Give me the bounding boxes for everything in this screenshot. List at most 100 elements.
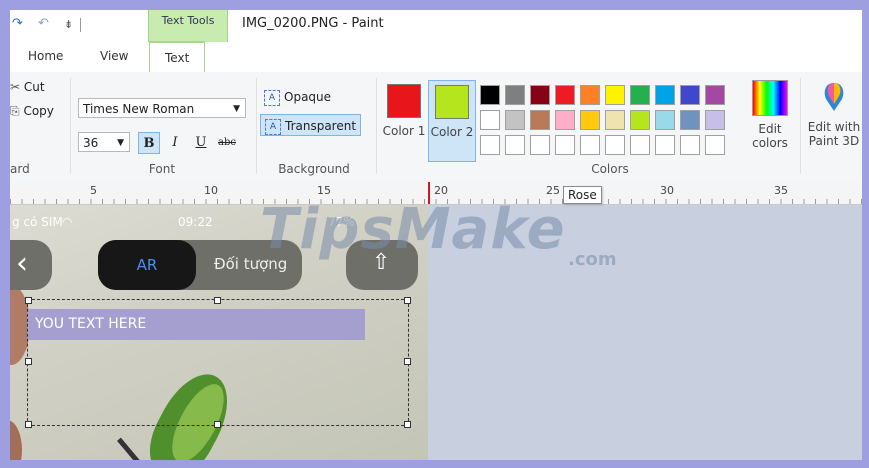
palette-swatch[interactable]	[680, 135, 700, 155]
group-separator	[70, 78, 71, 174]
title-divider	[80, 18, 81, 32]
ar-segment: AR	[98, 240, 196, 290]
palette-swatch[interactable]	[605, 110, 625, 130]
ruler-label: 25	[546, 184, 560, 197]
palette-swatch[interactable]	[680, 85, 700, 105]
paint-window: ↷ ↶ ⇟ Text Tools IMG_0200.PNG - Paint Ho…	[10, 10, 862, 460]
resize-handle[interactable]	[25, 358, 32, 365]
palette-swatch[interactable]	[530, 135, 550, 155]
customize-quick-access-icon[interactable]: ⇟	[64, 18, 73, 31]
color1-label: Color 1	[382, 124, 426, 138]
copy-label: Copy	[23, 104, 54, 118]
finger-shape	[10, 420, 22, 460]
group-separator	[800, 78, 801, 174]
font-size-value: 36	[83, 136, 99, 150]
resize-handle[interactable]	[214, 421, 221, 428]
palette-swatch[interactable]	[580, 110, 600, 130]
resize-handle[interactable]	[25, 297, 32, 304]
canvas-workspace[interactable]: g có SIM ◠ 09:22 77% ‹ AR Đối tượng ⇧ YO…	[10, 197, 862, 460]
ruler-label: 10	[204, 184, 218, 197]
colors-group-label: Colors	[591, 162, 629, 176]
cut-button[interactable]: ✂ Cut	[10, 80, 45, 94]
copy-icon: ⎘	[10, 104, 20, 118]
palette-swatch[interactable]	[655, 85, 675, 105]
palette-swatch[interactable]	[530, 85, 550, 105]
palette-swatch[interactable]	[655, 110, 675, 130]
edit-colors-button[interactable]: Edit colors	[746, 80, 794, 150]
transparent-label: Transparent	[285, 119, 357, 133]
chevron-down-icon: ▼	[233, 104, 240, 114]
color-spectrum-icon	[752, 80, 788, 116]
color1-swatch	[387, 84, 421, 118]
clipboard-group-label: ard	[10, 162, 30, 176]
opaque-option[interactable]: A Opaque	[260, 86, 335, 108]
palette-swatch[interactable]	[705, 110, 725, 130]
resize-handle[interactable]	[404, 358, 411, 365]
palette-swatch[interactable]	[705, 135, 725, 155]
back-pill: ‹	[10, 240, 52, 290]
copy-button[interactable]: ⎘ Copy	[10, 104, 54, 119]
resize-handle[interactable]	[214, 297, 221, 304]
resize-handle[interactable]	[404, 421, 411, 428]
transparent-icon: A	[265, 118, 281, 135]
strikethrough-button[interactable]: abc	[216, 132, 238, 154]
group-separator	[376, 78, 377, 174]
chevron-down-icon: ▼	[117, 138, 124, 148]
palette-swatch[interactable]	[580, 85, 600, 105]
text-selection-box[interactable]	[25, 297, 411, 428]
palette-swatch[interactable]	[555, 135, 575, 155]
text-tools-context-label: Text Tools	[148, 10, 228, 42]
phone-time-text: 09:22	[178, 215, 213, 229]
palette-swatch[interactable]	[555, 85, 575, 105]
palette-swatch[interactable]	[505, 85, 525, 105]
edit-with-paint3d-button[interactable]: Edit with Paint 3D	[802, 80, 862, 148]
palette-swatch[interactable]	[480, 85, 500, 105]
ruler-label: 35	[774, 184, 788, 197]
palette-swatch[interactable]	[630, 135, 650, 155]
transparent-option[interactable]: A Transparent	[260, 114, 362, 136]
italic-button[interactable]: I	[164, 132, 186, 154]
palette-swatch[interactable]	[530, 110, 550, 130]
color2-button[interactable]: Color 2	[428, 80, 476, 162]
palette-swatch[interactable]	[605, 135, 625, 155]
palette-swatch[interactable]	[555, 110, 575, 130]
palette-swatch[interactable]	[480, 135, 500, 155]
palette-swatch[interactable]	[630, 110, 650, 130]
ribbon: ✂ Cut ⎘ Copy ard Times New Roman ▼ 36 ▼ …	[10, 72, 862, 183]
ruler-label: 5	[90, 184, 97, 197]
ribbon-tabs: Home View Text	[10, 41, 862, 73]
watermark-logo: TipsMake	[260, 197, 566, 262]
palette-swatch[interactable]	[505, 135, 525, 155]
tab-text[interactable]: Text	[149, 41, 206, 73]
palette-swatch[interactable]	[605, 85, 625, 105]
background-group-label: Background	[278, 162, 350, 176]
resize-handle[interactable]	[404, 297, 411, 304]
palette-swatch[interactable]	[480, 110, 500, 130]
tab-home[interactable]: Home	[28, 49, 63, 63]
bold-button[interactable]: B	[138, 132, 160, 154]
font-size-select[interactable]: 36 ▼	[78, 132, 130, 152]
font-family-select[interactable]: Times New Roman ▼	[78, 98, 246, 118]
underline-button[interactable]: U	[190, 132, 212, 154]
phone-carrier-text: g có SIM	[12, 215, 63, 229]
palette-swatch[interactable]	[680, 110, 700, 130]
color-tooltip: Rose	[563, 186, 602, 204]
palette-swatch[interactable]	[705, 85, 725, 105]
stem-shape	[117, 437, 144, 460]
palette-swatch[interactable]	[630, 85, 650, 105]
palette-swatch[interactable]	[580, 135, 600, 155]
title-bar: ↷ ↶ ⇟ Text Tools IMG_0200.PNG - Paint	[10, 10, 862, 42]
undo-icon[interactable]: ↶	[38, 16, 49, 31]
palette-swatch[interactable]	[505, 110, 525, 130]
tab-view[interactable]: View	[100, 49, 128, 63]
redo-icon[interactable]: ↷	[12, 16, 23, 31]
back-icon: ‹	[16, 246, 28, 281]
palette-swatch[interactable]	[655, 135, 675, 155]
edit-with-paint3d-label: Edit with Paint 3D	[807, 120, 861, 148]
paint3d-icon	[817, 80, 851, 114]
watermark-suffix: .com	[568, 249, 617, 270]
resize-handle[interactable]	[25, 421, 32, 428]
ruler-label: 15	[317, 184, 331, 197]
font-family-value: Times New Roman	[83, 102, 195, 116]
color1-button[interactable]: Color 1	[380, 80, 428, 162]
